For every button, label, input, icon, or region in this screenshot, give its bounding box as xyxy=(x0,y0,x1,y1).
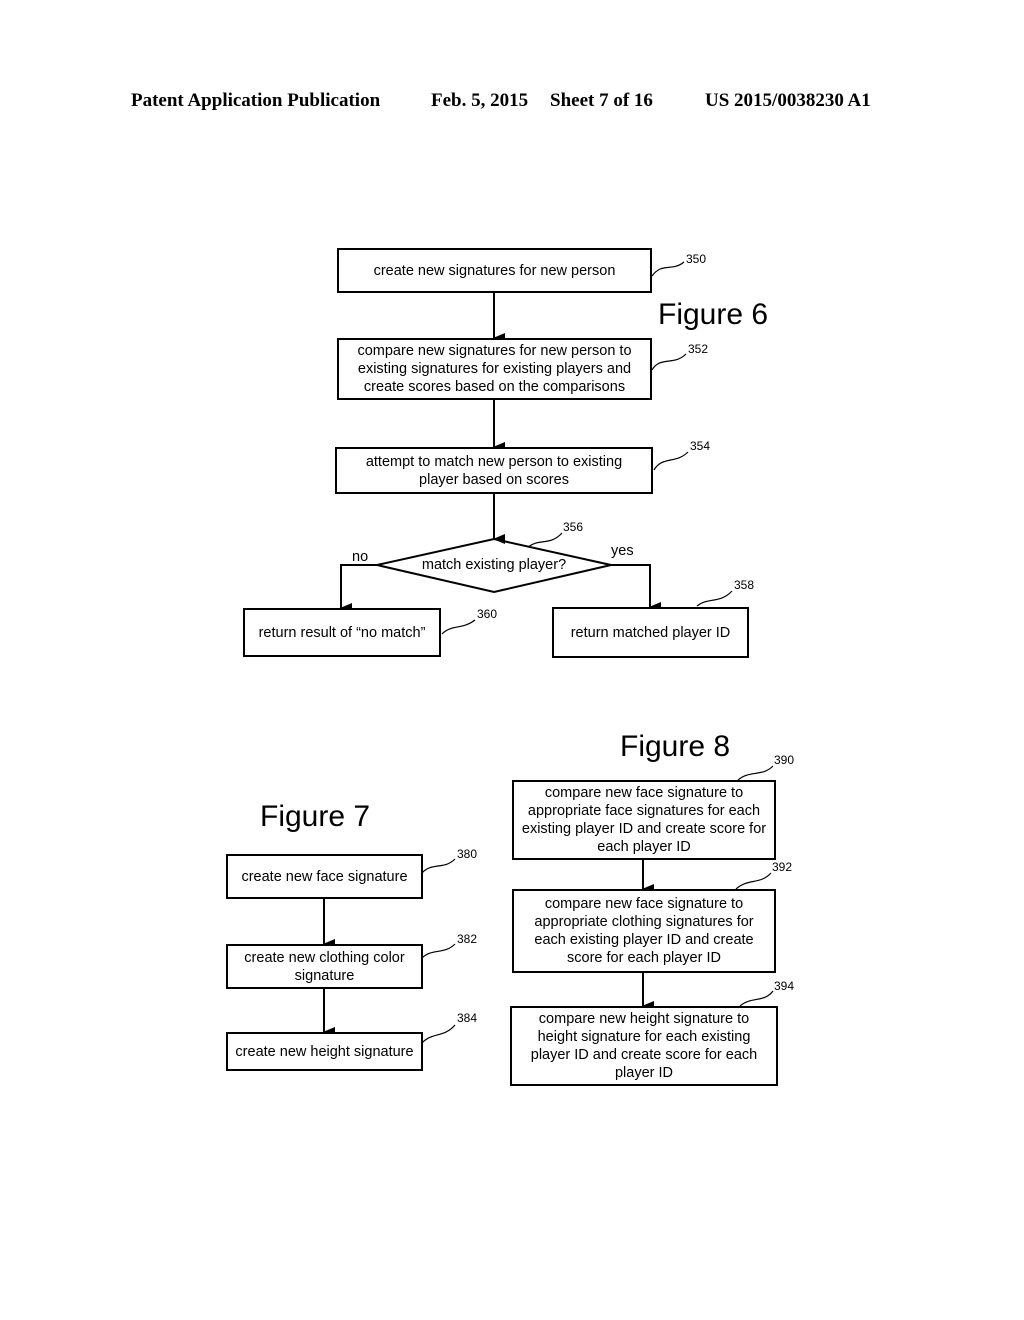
ref-356: 356 xyxy=(563,520,584,534)
step-354-text: attempt to match new person to existing … xyxy=(365,453,623,488)
step-352-box: compare new signatures for new person to… xyxy=(337,338,652,400)
leader-350 xyxy=(651,261,685,277)
leader-358 xyxy=(696,590,733,607)
step-380-text: create new face signature xyxy=(241,868,408,885)
step-382-box: create new clothing color signature xyxy=(226,944,423,989)
ref-360: 360 xyxy=(477,607,498,621)
arrow-yes-branch xyxy=(611,564,661,612)
step-390-text: compare new face signature to appropriat… xyxy=(521,785,767,855)
ref-380: 380 xyxy=(457,847,478,861)
leader-356 xyxy=(527,532,563,548)
leader-352 xyxy=(651,353,687,371)
ref-390: 390 xyxy=(774,753,795,767)
step-350-box: create new signatures for new person xyxy=(337,248,652,293)
ref-354: 354 xyxy=(690,439,711,453)
ref-392: 392 xyxy=(772,860,793,874)
figure-6-title: Figure 6 xyxy=(658,298,769,331)
leader-392 xyxy=(735,872,772,890)
leader-380 xyxy=(421,858,456,874)
ref-358: 358 xyxy=(734,578,755,592)
result-360-text: return result of “no match” xyxy=(258,624,426,641)
step-390-box: compare new face signature to appropriat… xyxy=(512,780,776,860)
decision-no-label: no xyxy=(352,549,369,565)
step-382-text: create new clothing color signature xyxy=(244,949,405,984)
ref-382: 382 xyxy=(457,932,478,946)
step-352-text: compare new signatures for new person to… xyxy=(357,343,632,395)
ref-352: 352 xyxy=(688,342,709,356)
result-358-box: return matched player ID xyxy=(552,607,749,658)
leader-382 xyxy=(421,943,456,959)
decision-yes-label: yes xyxy=(611,543,634,559)
decision-356-text: match existing player? xyxy=(421,557,567,573)
flowchart-connectors xyxy=(323,261,774,1044)
leader-360 xyxy=(441,619,476,635)
step-354-box: attempt to match new person to existing … xyxy=(335,447,653,494)
result-358-text: return matched player ID xyxy=(570,624,731,641)
leader-394 xyxy=(739,990,774,1007)
step-350-text: create new signatures for new person xyxy=(373,262,616,279)
figure-7-title: Figure 7 xyxy=(260,800,371,833)
leader-390 xyxy=(737,765,774,781)
step-394-box: compare new height signature to height s… xyxy=(510,1006,778,1086)
step-392-text: compare new face signature to appropriat… xyxy=(534,896,754,966)
ref-350: 350 xyxy=(686,252,707,266)
leader-354 xyxy=(653,451,689,471)
arrow-no-branch xyxy=(340,564,377,613)
result-360-box: return result of “no match” xyxy=(243,608,441,657)
step-392-box: compare new face signature to appropriat… xyxy=(512,889,776,973)
step-384-box: create new height signature xyxy=(226,1032,423,1071)
figure-8-title: Figure 8 xyxy=(620,730,731,763)
ref-394: 394 xyxy=(774,979,795,993)
leader-384 xyxy=(421,1024,456,1044)
step-380-box: create new face signature xyxy=(226,854,423,899)
step-384-text: create new height signature xyxy=(235,1043,414,1060)
ref-384: 384 xyxy=(457,1011,478,1025)
step-394-text: compare new height signature to height s… xyxy=(530,1011,758,1081)
